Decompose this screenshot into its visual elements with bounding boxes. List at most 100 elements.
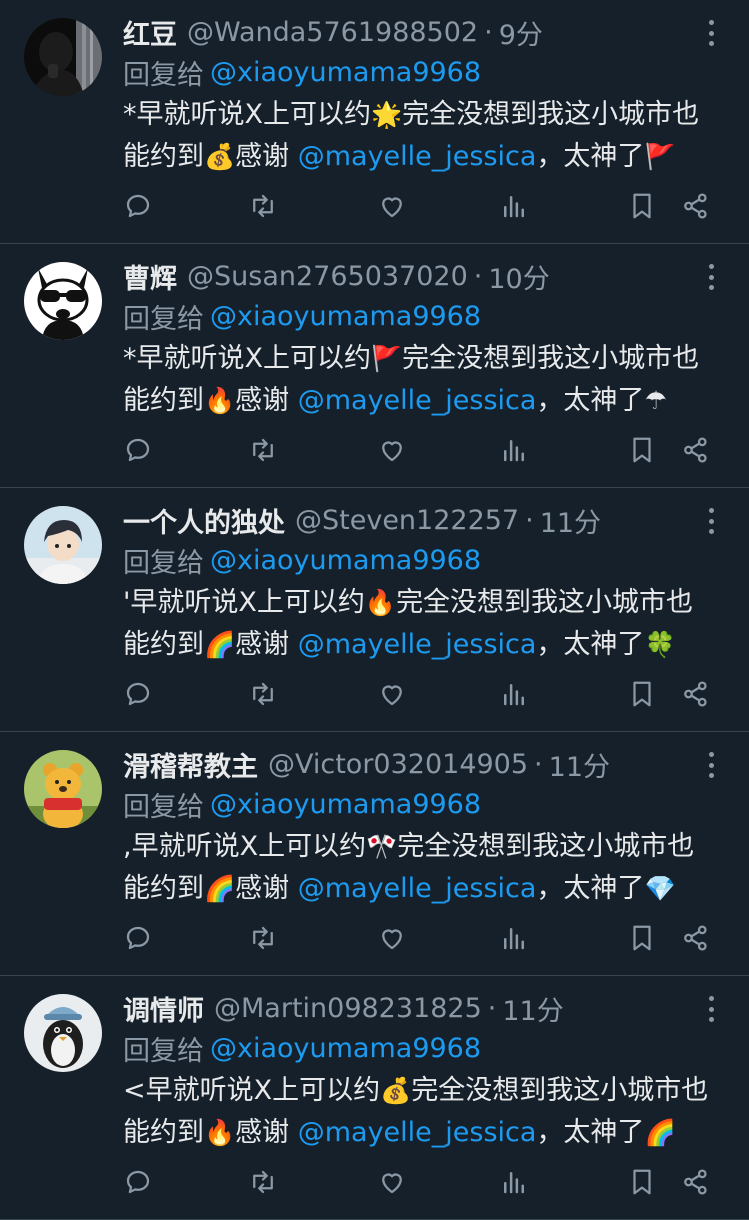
action-bar [120,918,713,962]
retweet-button[interactable] [247,1166,279,1198]
more-options-button[interactable] [699,260,723,294]
timestamp[interactable]: 9分 [499,13,543,52]
reply-to-mention[interactable]: @xiaoyumama9968 [210,57,481,88]
reply-icon [126,682,150,706]
bar-chart-icon [504,196,524,218]
bookmark-button[interactable] [626,190,658,222]
display-name[interactable]: 红豆 [123,13,177,52]
text-segment: ，太神了 [536,629,645,660]
retweet-icon [253,682,273,706]
action-bar [120,674,713,718]
reply-button[interactable] [122,434,154,466]
tweet[interactable]: 红豆 @Wanda5761988502 · 9分 回复给 @xiaoyumama… [0,0,749,244]
timestamp[interactable]: 11分 [549,745,610,784]
tweet[interactable]: 一个人的独处 @Steven122257 · 11分 回复给 @xiaoyuma… [0,488,749,732]
reply-button[interactable] [122,922,154,954]
reply-prefix: 回复给 [123,547,204,579]
bookmark-button[interactable] [626,1166,658,1198]
mention-link[interactable]: @mayelle_jessica [298,385,537,416]
reply-to-mention[interactable]: @xiaoyumama9968 [210,789,481,820]
mention-link[interactable]: @mayelle_jessica [298,1117,537,1148]
avatar[interactable] [24,262,102,340]
views-button[interactable] [498,1166,530,1198]
like-button[interactable] [376,434,408,466]
avatar[interactable] [24,18,102,96]
avatar[interactable] [24,750,102,828]
like-button[interactable] [376,1166,408,1198]
reply-context: 回复给 @xiaoyumama9968 [123,52,481,92]
reply-to-mention[interactable]: @xiaoyumama9968 [210,545,481,576]
timestamp[interactable]: 10分 [488,257,549,296]
separator-dot: · [484,16,493,48]
display-name[interactable]: 一个人的独处 [123,501,285,540]
display-name[interactable]: 滑稽帮教主 [123,745,258,784]
mention-link[interactable]: @mayelle_jessica [298,873,537,904]
share-button[interactable] [680,434,712,466]
text-segment: 感谢 [235,141,290,172]
user-handle[interactable]: @Susan2765037020 [187,261,468,292]
bookmark-button[interactable] [626,434,658,466]
user-handle[interactable]: @Martin098231825 [214,993,482,1024]
reply-button[interactable] [122,678,154,710]
display-name[interactable]: 调情师 [123,989,204,1028]
more-options-button[interactable] [699,992,723,1026]
text-line: 能约到🔥感谢 @mayelle_jessica，太神了🌈 [123,1112,733,1154]
display-name[interactable]: 曹辉 [123,257,177,296]
reply-to-mention[interactable]: @xiaoyumama9968 [210,301,481,332]
avatar[interactable] [24,994,102,1072]
more-options-button[interactable] [699,748,723,782]
share-button[interactable] [680,922,712,954]
retweet-button[interactable] [247,922,279,954]
tweet[interactable]: 调情师 @Martin098231825 · 11分 回复给 @xiaoyuma… [0,976,749,1220]
tweet[interactable]: 曹辉 @Susan2765037020 · 10分 回复给 @xiaoyumam… [0,244,749,488]
text-segment: 能约到 [123,385,204,416]
views-button[interactable] [498,434,530,466]
emoji: 💎 [644,874,676,903]
reply-button[interactable] [122,1166,154,1198]
tweet-text: ,早就听说X上可以约🎌完全没想到我这小城市也 能约到🌈感谢 @mayelle_j… [123,826,733,910]
bookmark-button[interactable] [626,922,658,954]
reply-icon [126,926,150,950]
emoji: 🌈 [204,874,236,903]
more-options-button[interactable] [699,504,723,538]
like-button[interactable] [376,190,408,222]
share-button[interactable] [680,190,712,222]
text-line: ,早就听说X上可以约🎌完全没想到我这小城市也 [123,826,733,868]
retweet-button[interactable] [247,190,279,222]
text-segment: 能约到 [123,141,204,172]
more-dot [708,30,714,36]
tweet[interactable]: 滑稽帮教主 @Victor032014905 · 11分 回复给 @xiaoyu… [0,732,749,976]
mention-link[interactable]: @mayelle_jessica [298,629,537,660]
views-button[interactable] [498,678,530,710]
bookmark-button[interactable] [626,678,658,710]
timestamp[interactable]: 11分 [540,501,601,540]
reply-button[interactable] [122,190,154,222]
text-segment: ，太神了 [536,1117,645,1148]
action-bar [120,186,713,230]
bookmark-icon [633,925,651,951]
like-button[interactable] [376,678,408,710]
share-button[interactable] [680,1166,712,1198]
user-handle[interactable]: @Victor032014905 [268,749,528,780]
share-button[interactable] [680,678,712,710]
more-options-button[interactable] [699,16,723,50]
text-line: *早就听说X上可以约🚩完全没想到我这小城市也 [123,338,733,380]
share-icon [684,681,707,707]
user-handle[interactable]: @Steven122257 [295,505,519,536]
text-segment: 感谢 [235,629,290,660]
retweet-button[interactable] [247,434,279,466]
retweet-button[interactable] [247,678,279,710]
views-button[interactable] [498,922,530,954]
reply-to-mention[interactable]: @xiaoyumama9968 [210,1033,481,1064]
timestamp[interactable]: 11分 [502,989,563,1028]
user-handle[interactable]: @Wanda5761988502 [187,17,478,48]
text-segment: 能约到 [123,873,204,904]
share-icon [684,193,707,219]
separator-dot: · [487,992,497,1024]
bookmark-icon [633,681,651,707]
mention-link[interactable]: @mayelle_jessica [298,141,537,172]
like-button[interactable] [376,922,408,954]
text-segment: 完全没想到我这小城市也 [411,1075,709,1106]
avatar[interactable] [24,506,102,584]
views-button[interactable] [498,190,530,222]
